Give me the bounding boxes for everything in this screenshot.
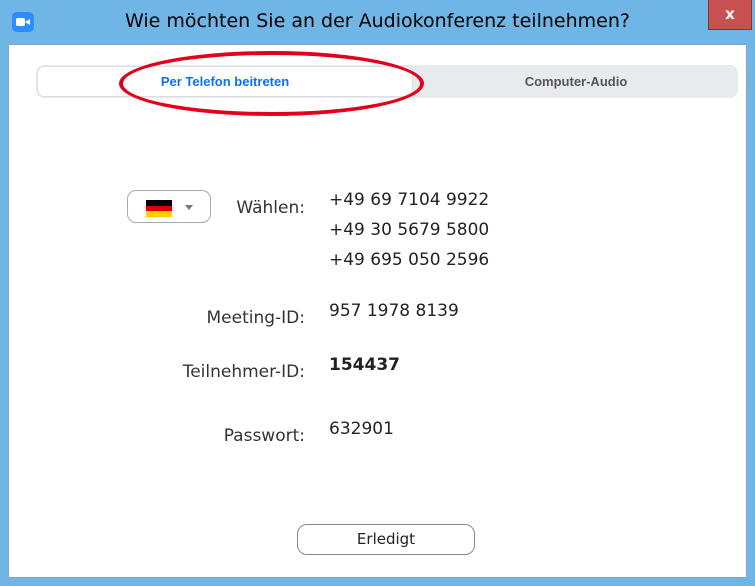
highlight-annotation — [119, 51, 424, 116]
password-label: Passwort: — [223, 426, 305, 446]
window-title: Wie möchten Sie an der Audiokonferenz te… — [125, 10, 630, 32]
dialog-content: Per Telefon beitreten Computer-Audio Wäh… — [8, 44, 747, 578]
dialog-window: Wie möchten Sie an der Audiokonferenz te… — [0, 0, 755, 586]
dial-number-2: +49 30 5679 5800 — [329, 220, 490, 240]
participant-id-value: 154437 — [329, 355, 400, 375]
close-button[interactable]: x — [708, 0, 752, 30]
dial-number-1: +49 69 7104 9922 — [329, 190, 490, 210]
meeting-id-label: Meeting-ID: — [206, 308, 305, 328]
done-button[interactable]: Erledigt — [297, 524, 475, 555]
meeting-id-value: 957 1978 8139 — [329, 301, 459, 321]
password-value: 632901 — [329, 419, 394, 439]
tab-computer-audio[interactable]: Computer-Audio — [414, 65, 738, 98]
title-bar[interactable]: Wie möchten Sie an der Audiokonferenz te… — [0, 0, 755, 44]
participant-id-label: Teilnehmer-ID: — [182, 362, 305, 382]
dial-number-3: +49 695 050 2596 — [329, 250, 490, 270]
dial-label: Wählen: — [236, 198, 305, 218]
